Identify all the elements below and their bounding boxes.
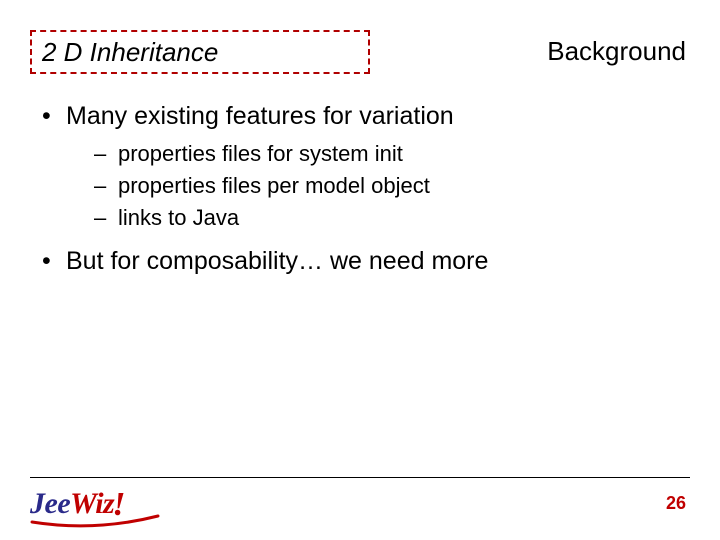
slide-title: 2 D Inheritance xyxy=(42,37,218,68)
body-content: Many existing features for variation pro… xyxy=(38,100,682,285)
bullet-text: Many existing features for variation xyxy=(66,102,454,130)
sub-bullet-text: properties files for system init xyxy=(118,141,403,166)
logo-part-jee: Jee xyxy=(30,487,70,521)
bullet-item: But for composability… we need more xyxy=(38,245,682,279)
bullet-list: Many existing features for variation pro… xyxy=(38,100,682,279)
slide: 2 D Inheritance Background Many existing… xyxy=(0,0,720,540)
sub-bullet-text: properties files per model object xyxy=(118,173,430,198)
sub-bullet-text: links to Java xyxy=(118,205,239,230)
sub-bullet-item: links to Java xyxy=(66,202,682,234)
jeewiz-logo: JeeWiz! xyxy=(30,484,127,524)
title-box: 2 D Inheritance xyxy=(30,30,370,74)
bullet-text: But for composability… we need more xyxy=(66,247,488,275)
logo-exclaim-icon: ! xyxy=(112,486,125,524)
sub-bullet-list: properties files for system init propert… xyxy=(66,138,682,234)
sub-bullet-item: properties files for system init xyxy=(66,138,682,170)
bullet-item: Many existing features for variation pro… xyxy=(38,100,682,233)
section-label: Background xyxy=(547,36,686,67)
footer-rule xyxy=(30,477,690,478)
logo-part-wiz: Wiz xyxy=(70,487,114,521)
page-number: 26 xyxy=(666,493,686,514)
sub-bullet-item: properties files per model object xyxy=(66,170,682,202)
